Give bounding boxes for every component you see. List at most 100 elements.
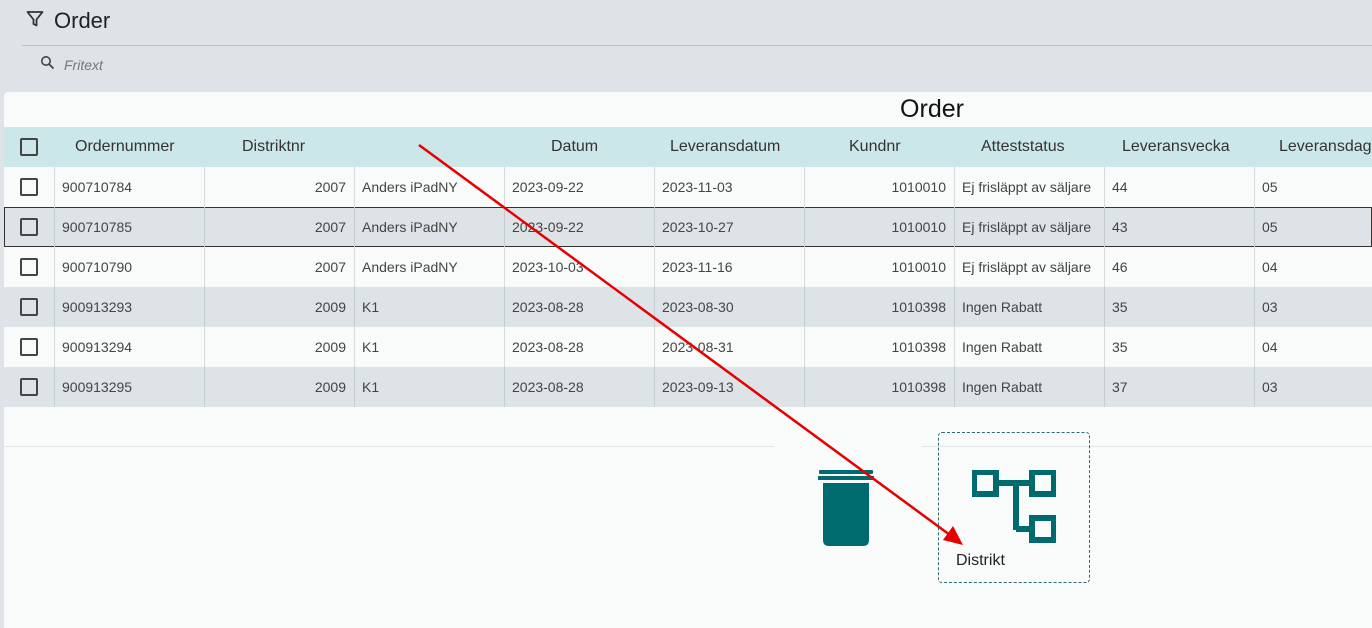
column-divider — [204, 367, 205, 407]
column-header-leveransdag[interactable]: Leveransdag — [1279, 138, 1372, 156]
hierarchy-icon — [972, 470, 1056, 543]
column-divider — [354, 327, 355, 367]
column-header-leveransvecka[interactable]: Leveransvecka — [1122, 138, 1230, 156]
column-divider — [354, 207, 355, 247]
column-divider — [804, 327, 805, 367]
column-divider — [1254, 207, 1255, 247]
cell-leveransdag: 03 — [1262, 299, 1278, 315]
cell-datum: 2023-08-28 — [512, 339, 584, 355]
column-divider — [504, 367, 505, 407]
cell-leveransvecka: 43 — [1112, 219, 1128, 235]
column-divider — [1254, 247, 1255, 287]
column-divider — [804, 207, 805, 247]
cell-atteststatus: Ingen Rabatt — [962, 379, 1043, 395]
column-divider — [954, 327, 955, 367]
column-divider — [654, 247, 655, 287]
divider — [4, 446, 774, 447]
column-divider — [1254, 327, 1255, 367]
cell-distriktnamn: Anders iPadNY — [362, 179, 458, 195]
row-checkbox[interactable] — [20, 218, 38, 236]
cell-distriktnr: 2007 — [314, 259, 346, 275]
row-checkbox[interactable] — [20, 258, 38, 276]
table-row[interactable]: 900913294 2009 K1 2023-08-28 2023-08-31 10103… — [4, 327, 1372, 367]
column-divider — [1254, 287, 1255, 327]
row-checkbox[interactable] — [20, 378, 38, 396]
cell-ordernummer: 900710784 — [62, 179, 133, 195]
column-divider — [54, 327, 55, 367]
table-row[interactable]: 900710784 2007 Anders iPadNY 2023-09-22 2023… — [4, 167, 1372, 207]
column-divider — [1254, 167, 1255, 207]
column-divider — [504, 167, 505, 207]
column-divider — [654, 367, 655, 407]
filter-icon[interactable] — [26, 10, 44, 33]
cell-leveransdatum: 2023-10-27 — [662, 219, 734, 235]
cell-leveransvecka: 35 — [1112, 339, 1128, 355]
column-divider — [654, 167, 655, 207]
column-divider — [504, 207, 505, 247]
cell-distriktnamn: K1 — [362, 339, 380, 355]
column-divider — [504, 327, 505, 367]
column-divider — [804, 367, 805, 407]
column-header-kundnr[interactable]: Kundnr — [849, 138, 901, 156]
cell-kundnr: 1010398 — [891, 339, 946, 355]
table-row[interactable]: 900710785 2007 Anders iPadNY 2023-09-22 2023… — [4, 207, 1372, 247]
cell-leveransvecka: 35 — [1112, 299, 1128, 315]
column-divider — [204, 167, 205, 207]
cell-ordernummer: 900913294 — [62, 339, 133, 355]
cell-distriktnr: 2009 — [314, 299, 346, 315]
cell-kundnr: 1010010 — [891, 219, 946, 235]
order-panel: Order Ordernummer Distriktnr Datum Lever… — [4, 92, 1372, 628]
column-divider — [504, 287, 505, 327]
column-divider — [954, 247, 955, 287]
cell-leveransvecka: 46 — [1112, 259, 1128, 275]
column-divider — [954, 207, 955, 247]
column-header-datum[interactable]: Datum — [551, 138, 598, 156]
column-header-atteststatus[interactable]: Atteststatus — [981, 138, 1065, 156]
select-all-checkbox[interactable] — [20, 138, 38, 156]
column-header-leveransdatum[interactable]: Leveransdatum — [670, 138, 780, 156]
cell-distriktnr: 2009 — [314, 339, 346, 355]
cell-distriktnamn: Anders iPadNY — [362, 259, 458, 275]
cell-leveransdag: 05 — [1262, 179, 1278, 195]
column-header-ordernummer[interactable]: Ordernummer — [75, 138, 175, 156]
cell-ordernummer: 900913293 — [62, 299, 133, 315]
row-checkbox[interactable] — [20, 338, 38, 356]
cell-datum: 2023-09-22 — [512, 179, 584, 195]
column-divider — [354, 247, 355, 287]
cell-kundnr: 1010398 — [891, 299, 946, 315]
column-divider — [204, 247, 205, 287]
column-divider — [54, 247, 55, 287]
top-bar: Order — [0, 0, 1372, 86]
cell-distriktnr: 2007 — [314, 179, 346, 195]
column-divider — [54, 207, 55, 247]
cell-kundnr: 1010010 — [891, 259, 946, 275]
row-checkbox[interactable] — [20, 178, 38, 196]
cell-distriktnamn: K1 — [362, 299, 380, 315]
column-divider — [654, 207, 655, 247]
cell-leveransdag: 04 — [1262, 339, 1278, 355]
trash-icon[interactable] — [813, 470, 879, 553]
search-input[interactable] — [64, 57, 364, 73]
column-divider — [1104, 287, 1105, 327]
cell-leveransdatum: 2023-08-30 — [662, 299, 734, 315]
cell-distriktnr: 2007 — [314, 219, 346, 235]
table-body: 900710784 2007 Anders iPadNY 2023-09-22 2023… — [4, 167, 1372, 407]
column-divider — [54, 287, 55, 327]
cell-atteststatus: Ej frisläppt av säljare — [962, 179, 1092, 195]
table-title: Order — [900, 95, 964, 123]
table-row[interactable]: 900710790 2007 Anders iPadNY 2023-10-03 2023… — [4, 247, 1372, 287]
table-row[interactable]: 900913293 2009 K1 2023-08-28 2023-08-30 10103… — [4, 287, 1372, 327]
cell-datum: 2023-10-03 — [512, 259, 584, 275]
cell-distriktnamn: K1 — [362, 379, 380, 395]
header: Order — [26, 8, 110, 34]
column-divider — [804, 247, 805, 287]
dropzone-distrikt[interactable]: Distrikt — [938, 432, 1090, 583]
dropzone-label: Distrikt — [956, 552, 1005, 569]
cell-leveransvecka: 44 — [1112, 179, 1128, 195]
column-header-distriktnr[interactable]: Distriktnr — [242, 138, 305, 156]
column-divider — [654, 287, 655, 327]
row-checkbox[interactable] — [20, 298, 38, 316]
table-row[interactable]: 900913295 2009 K1 2023-08-28 2023-09-13 10103… — [4, 367, 1372, 407]
column-divider — [1254, 367, 1255, 407]
cell-ordernummer: 900710785 — [62, 219, 133, 235]
